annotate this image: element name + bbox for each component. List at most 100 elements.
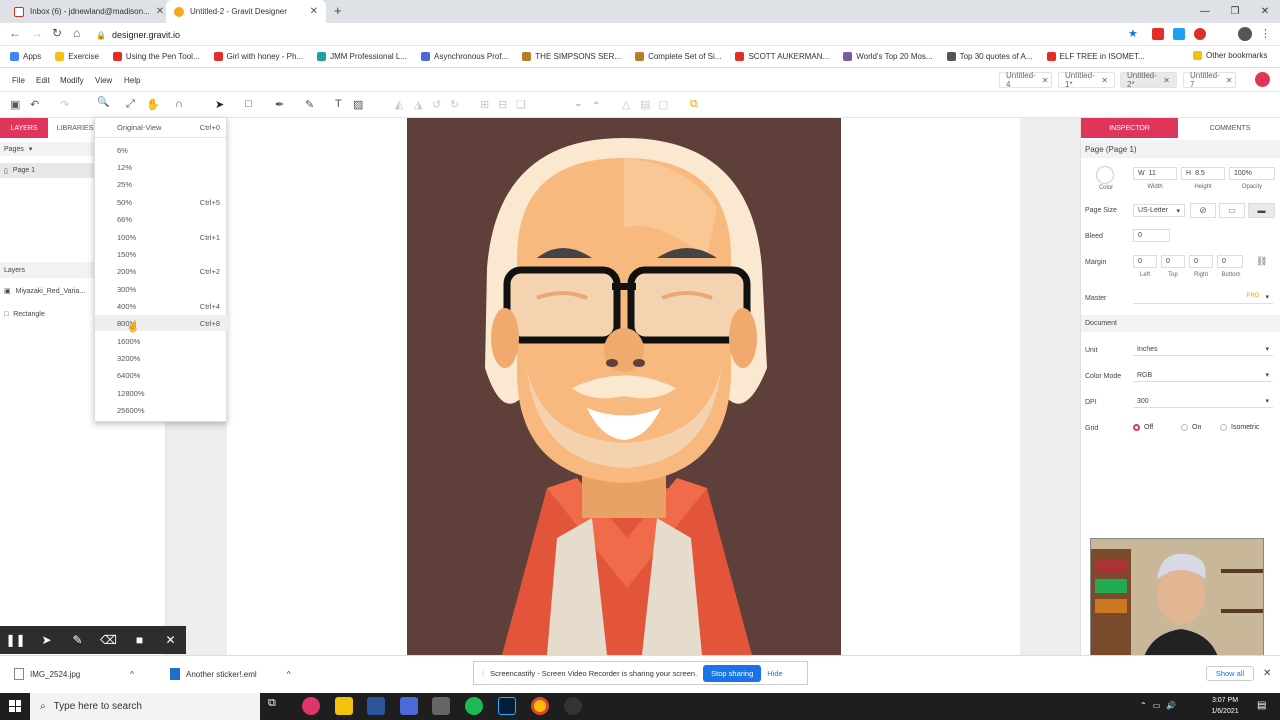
fit-icon[interactable]: ⤢ (126, 98, 135, 111)
pen-tool-icon[interactable]: ✒ (275, 98, 284, 111)
back-icon[interactable]: ← (9, 26, 21, 40)
notifications-icon[interactable]: ▤ (1257, 700, 1266, 711)
zoom-option-3200[interactable]: 3200% (95, 350, 228, 366)
close-icon[interactable]: ✕ (1263, 668, 1271, 679)
close-icon[interactable]: ✕ (1101, 76, 1108, 85)
width-field[interactable]: W 11 (1133, 167, 1177, 180)
bookmark-item[interactable]: World's Top 20 Mos... (843, 52, 933, 61)
color-swatch[interactable] (1096, 166, 1114, 184)
grid-option-on[interactable]: On (1181, 424, 1201, 431)
taskbar-clock[interactable]: 3:07 PM 1/6/2021 (1200, 695, 1250, 717)
bookmark-item[interactable]: JMM Professional L... (317, 52, 407, 61)
tab-layers[interactable]: LAYERS (0, 118, 48, 138)
pro-icon[interactable]: ⧉ (690, 98, 698, 111)
magnet-icon[interactable]: ∩ (175, 98, 183, 110)
master-select[interactable]: PRO ▾ (1133, 291, 1273, 304)
bookmark-item[interactable]: Top 30 quotes of A... (946, 52, 1033, 61)
zoom-option-6[interactable]: 6% (95, 142, 228, 158)
user-avatar[interactable] (1255, 72, 1270, 87)
zoom-option-25600[interactable]: 25600% (95, 402, 228, 418)
bookmark-item[interactable]: SCOTT AUKERMAN... (735, 52, 829, 61)
undo-icon[interactable]: ↶ (30, 98, 39, 111)
bookmark-item[interactable]: Asynchronous Prof... (421, 52, 508, 61)
boolean-icon[interactable]: ◒ (575, 98, 582, 110)
unit-select[interactable]: Inches ▾ (1133, 343, 1273, 356)
pen-icon[interactable]: ✎ (62, 626, 93, 654)
pointer-icon[interactable]: ➤ (215, 98, 224, 111)
margin-right-field[interactable]: 0 (1189, 255, 1213, 268)
zoom-icon[interactable]: 🔍 (97, 97, 109, 108)
zoom-option-66[interactable]: 66% (95, 211, 228, 227)
show-all-button[interactable]: Show all (1206, 666, 1254, 681)
windows-start-icon[interactable] (9, 700, 21, 712)
reload-icon[interactable]: ↻ (52, 26, 62, 40)
zoom-option-original-view[interactable]: Original-View Ctrl+0 (95, 119, 228, 135)
rotate-icon[interactable]: ↻ (450, 98, 459, 111)
minimize-icon[interactable]: — (1190, 0, 1220, 22)
close-icon[interactable]: ✕ (1042, 76, 1049, 85)
menu-file[interactable]: File (12, 76, 25, 85)
eraser-icon[interactable]: ⌫ (93, 626, 124, 654)
align-icon[interactable]: ⊞ (480, 98, 489, 111)
shape-icon[interactable]: △ (622, 98, 630, 111)
zoom-option-300[interactable]: 300% (95, 281, 228, 297)
frame-icon[interactable]: ▢ (658, 98, 668, 111)
bookmark-item[interactable]: Girl with honey - Ph... (213, 52, 303, 61)
rotate-icon[interactable]: ↺ (432, 98, 441, 111)
doc-tab[interactable]: Untitled-4 ✕ (999, 71, 1052, 89)
zoom-option-800[interactable]: 800% Ctrl+8 (95, 315, 228, 331)
profile-avatar[interactable] (1238, 27, 1252, 41)
boolean-icon[interactable]: ◓ (593, 98, 600, 110)
margin-bottom-field[interactable]: 0 (1217, 255, 1243, 268)
drag-handle-icon[interactable]: ⁞ (482, 669, 484, 678)
tab-gravit[interactable]: Untitled-2 - Gravit Designer ✕ (166, 0, 326, 23)
system-tray-icons[interactable]: ⌃▭🔊 (1140, 701, 1182, 710)
link-margins-icon[interactable]: ⛓ (1256, 256, 1267, 267)
itunes-icon[interactable] (302, 697, 320, 715)
distribute-icon[interactable]: ⊟ (498, 98, 507, 111)
dpi-select[interactable]: 300 ▾ (1133, 395, 1273, 408)
landscape-icon[interactable]: ▬ (1248, 203, 1275, 218)
zoom-option-150[interactable]: 150% (95, 246, 228, 262)
extension-icon[interactable] (1194, 28, 1206, 40)
pause-icon[interactable]: ❚❚ (0, 626, 31, 654)
new-tab-icon[interactable]: + (334, 3, 342, 18)
menu-edit[interactable]: Edit (36, 76, 50, 85)
app-icon[interactable] (432, 697, 450, 715)
word-icon[interactable] (367, 697, 385, 715)
flip-icon[interactable]: ◮ (414, 98, 422, 111)
zoom-option-100[interactable]: 100% Ctrl+1 (95, 229, 228, 245)
zoom-option-6400[interactable]: 6400% (95, 367, 228, 383)
url-field[interactable]: 🔒 designer.gravit.io (96, 27, 1086, 43)
zoom-option-25[interactable]: 25% (95, 176, 228, 192)
height-field[interactable]: H 8.5 (1181, 167, 1225, 180)
image-tool-icon[interactable]: ▨ (353, 98, 363, 111)
doc-tab[interactable]: Untitled-1* ✕ (1058, 71, 1115, 89)
close-icon[interactable]: ✕ (310, 6, 318, 17)
hide-button[interactable]: Hide (767, 669, 782, 678)
bleed-field[interactable]: 0 (1133, 229, 1170, 242)
save-icon[interactable]: ▣ (10, 98, 20, 111)
mask-icon[interactable]: ▤ (640, 98, 650, 111)
bookmark-item[interactable]: Apps (10, 52, 41, 61)
photoshop-icon[interactable] (498, 697, 516, 715)
tab-gmail[interactable]: Inbox (6) - jdnewland@madison... ✕ (6, 0, 164, 23)
cursor-icon[interactable]: ➤ (31, 626, 62, 654)
chevron-up-icon[interactable]: ^ (287, 670, 291, 679)
download-item[interactable]: IMG_2524.jpg ^ (14, 668, 134, 680)
flip-icon[interactable]: ◭ (395, 98, 403, 111)
bookmark-item[interactable]: Exercise (55, 52, 99, 61)
portrait-icon[interactable]: ▭ (1219, 203, 1245, 218)
download-item[interactable]: Another sticker!.eml ^ (170, 668, 290, 680)
forward-icon[interactable]: → (31, 26, 43, 40)
text-tool-icon[interactable]: T (335, 98, 342, 110)
close-icon[interactable]: ✕ (1163, 76, 1170, 85)
opacity-field[interactable]: 100% (1229, 167, 1275, 180)
extension-icon[interactable] (1173, 28, 1185, 40)
window-close-icon[interactable]: ✕ (1250, 0, 1280, 22)
close-icon[interactable]: ✕ (155, 626, 186, 654)
taskbar-search[interactable]: ⌕ Type here to search (30, 693, 260, 720)
other-bookmarks[interactable]: Other bookmarks (1193, 51, 1267, 60)
camera-icon[interactable]: ■ (124, 626, 155, 654)
tab-inspector[interactable]: INSPECTOR (1081, 118, 1178, 138)
